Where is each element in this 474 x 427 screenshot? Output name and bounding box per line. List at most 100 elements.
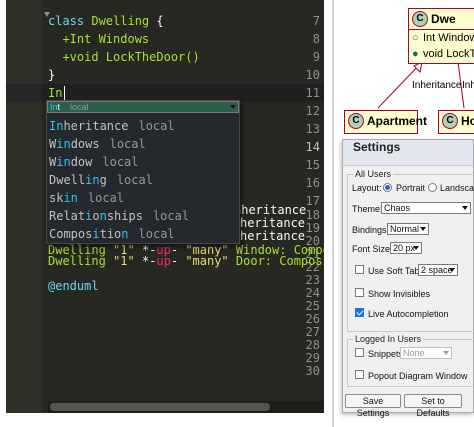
brace-token: { <box>156 14 164 28</box>
line-number: 9 <box>312 50 320 64</box>
direction-token: up <box>156 254 171 268</box>
code-line-28[interactable]: @enduml <box>48 277 99 295</box>
landscape-label: Landscape <box>440 183 474 193</box>
autocomplete-item[interactable]: Relationships local <box>47 209 239 227</box>
member-token: +void LockTheDoor() <box>48 50 200 64</box>
suggestion-text: Relat <box>49 209 86 223</box>
live-autocompletion-checkbox[interactable] <box>355 308 364 317</box>
save-settings-button[interactable]: Save Settings <box>345 394 401 418</box>
settings-panel[interactable]: Settings All Users Layout: Portrait Land… <box>342 139 474 418</box>
code-line-10[interactable]: } <box>48 66 55 84</box>
member-text: Int Windows <box>423 32 474 44</box>
suggestion-meta: local <box>152 209 190 223</box>
uml-class-dwelling[interactable]: CDwe ○ Int Windows ● void LockTh <box>408 8 474 64</box>
code-line-7[interactable]: class Dwelling { <box>48 12 164 30</box>
line-number: 13 <box>305 122 320 136</box>
scrollbar-thumb[interactable] <box>50 403 270 411</box>
autocomplete-item[interactable]: Windows local <box>47 137 239 155</box>
line-number: 12 <box>305 104 320 118</box>
match-highlight: In <box>50 102 58 112</box>
match-highlight: n <box>121 227 129 241</box>
settings-title: Settings <box>343 140 473 166</box>
uml-class-apartment[interactable]: C Apartment <box>344 110 427 134</box>
soft-tabs-checkbox[interactable] <box>355 265 364 274</box>
landscape-radio[interactable] <box>428 183 437 192</box>
suggestion-text: heritance <box>63 119 129 133</box>
class-title: Apartment <box>367 114 428 128</box>
match-highlight: in <box>63 191 78 205</box>
popout-checkbox[interactable] <box>355 370 364 379</box>
class-member: ○ Int Windows <box>409 30 474 46</box>
autocomplete-popup[interactable]: Int local Inheritance local Windows local Wind… <box>46 100 240 244</box>
font-size-label: Font Size: <box>352 244 393 254</box>
line-number: 16 <box>305 176 320 190</box>
line-number: 7 <box>312 14 320 28</box>
class-title: Hou <box>461 114 474 128</box>
line-number: 10 <box>305 68 320 82</box>
suggestion-text: g <box>99 173 107 187</box>
class-name-token: Dwelling <box>48 254 106 268</box>
class-header: C Apartment <box>345 111 427 131</box>
show-invisibles-checkbox[interactable] <box>355 288 364 297</box>
suggestion-text: t <box>57 102 61 112</box>
autocomplete-item[interactable]: skin local <box>47 191 239 209</box>
member-text: void LockTh <box>423 48 474 60</box>
suggestion-meta: local <box>138 227 175 241</box>
arrow-token: *- <box>134 254 157 268</box>
code-line-26[interactable]: Dwelling "1" *-up- "many" Door: Composit… <box>48 252 324 270</box>
public-visibility-icon: ○ <box>412 32 419 44</box>
layout-label: Layout: <box>352 183 382 193</box>
code-line-9[interactable]: +void LockTheDoor() <box>48 48 200 66</box>
class-name-token: Dwelling <box>84 14 157 28</box>
code-editor[interactable]: 7 8 9 10 11 12 13 14 15 16 17 18 19 20 21 22 23 24 25 26 27 2… <box>6 0 324 413</box>
bindings-select[interactable]: Normal <box>387 223 429 235</box>
line-number: 8 <box>312 32 320 46</box>
autocomplete-item[interactable]: Inheritance local <box>47 119 239 137</box>
autocomplete-item[interactable]: Composition local <box>47 227 239 245</box>
suggestion-text: ships <box>106 209 143 223</box>
string-token: "many" <box>185 254 229 268</box>
string-token: "1" <box>113 254 135 268</box>
autocomplete-item[interactable]: Int local <box>47 101 239 113</box>
match-highlight: i <box>92 227 100 241</box>
suggestion-meta: local <box>70 102 89 112</box>
uml-class-house[interactable]: CHou <box>438 110 474 134</box>
match-highlight: in <box>56 155 71 169</box>
theme-select[interactable]: Chaos <box>381 202 471 214</box>
line-number: 14 <box>305 140 320 154</box>
autocomplete-item[interactable]: Dwelling local <box>47 173 239 191</box>
font-size-select[interactable]: 20 px <box>390 242 422 254</box>
text-cursor <box>64 86 65 100</box>
typed-text: In <box>48 86 63 100</box>
autocomplete-item[interactable]: Window local <box>47 155 239 173</box>
class-title: Dwe <box>431 12 456 26</box>
snippets-select[interactable]: None <box>400 347 452 359</box>
snippets-label: Snippets <box>368 349 404 359</box>
popout-label: Popout Diagram Window <box>368 371 468 381</box>
line-number: 15 <box>305 158 320 172</box>
line-number: 30 <box>305 364 320 378</box>
line-number-gutter <box>6 0 42 413</box>
portrait-label: Portrait <box>396 183 426 193</box>
match-highlight: in <box>56 137 71 151</box>
suggestion-meta: local <box>138 119 175 133</box>
snippets-checkbox[interactable] <box>355 348 364 357</box>
horizontal-scrollbar[interactable] <box>48 401 324 413</box>
suggestion-meta: local <box>116 173 153 187</box>
code-line-8[interactable]: +Int Windows <box>48 30 149 48</box>
soft-tabs-label: Use Soft Tabs <box>368 266 424 276</box>
suggestion-text: tio <box>99 227 122 241</box>
suggestion-meta: local <box>102 155 139 169</box>
suggestion-meta: local <box>87 191 125 205</box>
soft-tabs-select[interactable]: 2 space <box>418 264 458 276</box>
class-badge-icon: C <box>348 113 364 129</box>
suggestion-text: Compos <box>49 227 93 241</box>
class-badge-icon: C <box>412 11 428 27</box>
public-method-icon: ● <box>412 48 419 60</box>
portrait-radio[interactable] <box>383 183 392 192</box>
set-defaults-button[interactable]: Set to Defaults <box>404 394 462 418</box>
class-header: CHou <box>439 111 474 131</box>
show-invisibles-label: Show Invisibles <box>368 289 431 299</box>
inheritance-label: Inheritance <box>412 80 462 91</box>
line-number: 11 <box>305 86 320 100</box>
